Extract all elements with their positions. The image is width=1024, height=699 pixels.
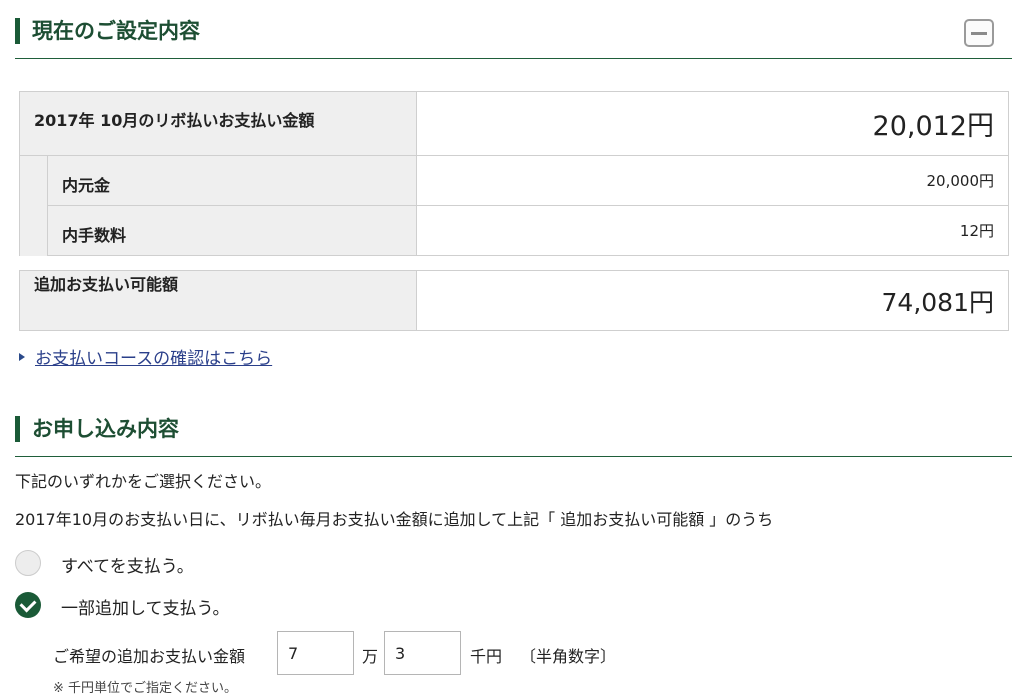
collapse-button[interactable] xyxy=(964,19,994,47)
minus-icon xyxy=(971,32,987,35)
halfwidth-hint: 〔半角数字〕 xyxy=(520,647,617,666)
application-header: お申し込み内容 xyxy=(15,416,1012,457)
table-row: 内手数料 12円 xyxy=(19,205,1009,256)
payment-table: 2017年 10月のリボ払いお支払い金額 20,012円 内元金 20,000円… xyxy=(19,91,1009,256)
option-pay-all-label: すべてを支払う。 xyxy=(61,557,194,577)
man-unit-label: 万 xyxy=(362,647,379,666)
amount-label: ご希望の追加お支払い金額 xyxy=(53,647,246,666)
application-title: お申し込み内容 xyxy=(32,417,179,441)
instruction-text: 下記のいずれかをご選択ください。 xyxy=(15,472,272,491)
option-pay-partial-label: 一部追加して支払う。 xyxy=(61,599,230,619)
table-row: 内元金 20,000円 xyxy=(19,155,1009,206)
indent-cell xyxy=(19,205,48,256)
current-settings-header: 現在のご設定内容 xyxy=(15,18,1012,59)
instruction-detail-text: 2017年10月のお支払い日に、リボ払い毎月お支払い金額に追加して上記「 追加お… xyxy=(15,510,774,529)
checkmark-icon xyxy=(19,595,37,613)
course-link-row: お支払いコースの確認はこちら xyxy=(19,344,272,369)
payment-amount-label: 2017年 10月のリボ払いお支払い金額 xyxy=(19,91,417,156)
principal-value: 20,000円 xyxy=(416,155,1009,206)
page: 現在のご設定内容 2017年 10月のリボ払いお支払い金額 20,012円 内元… xyxy=(0,0,1024,699)
radio-unchecked-icon[interactable] xyxy=(15,550,41,576)
principal-label: 内元金 xyxy=(47,155,417,206)
section-marker xyxy=(15,416,20,442)
table-row: 2017年 10月のリボ払いお支払い金額 20,012円 xyxy=(19,91,1009,156)
indent-cell xyxy=(19,155,48,206)
sen-unit-label: 千円 xyxy=(470,647,503,666)
additional-payable-table: 追加お支払い可能額 74,081円 xyxy=(19,270,1009,331)
fee-value: 12円 xyxy=(416,205,1009,256)
amount-man-input[interactable] xyxy=(277,631,354,675)
amount-sen-input[interactable] xyxy=(384,631,461,675)
table-row: 追加お支払い可能額 74,081円 xyxy=(19,270,1009,331)
fee-label: 内手数料 xyxy=(47,205,417,256)
course-link[interactable]: お支払いコースの確認はこちら xyxy=(35,349,272,369)
additional-payable-label: 追加お支払い可能額 xyxy=(19,270,417,331)
unit-note: ※ 千円単位でご指定ください。 xyxy=(53,681,238,696)
current-settings-title: 現在のご設定内容 xyxy=(32,19,200,43)
triangle-right-icon xyxy=(19,353,25,361)
section-marker xyxy=(15,18,20,44)
payment-amount-value: 20,012円 xyxy=(416,91,1009,156)
radio-checked-icon[interactable] xyxy=(15,592,41,618)
additional-payable-value: 74,081円 xyxy=(416,270,1009,331)
